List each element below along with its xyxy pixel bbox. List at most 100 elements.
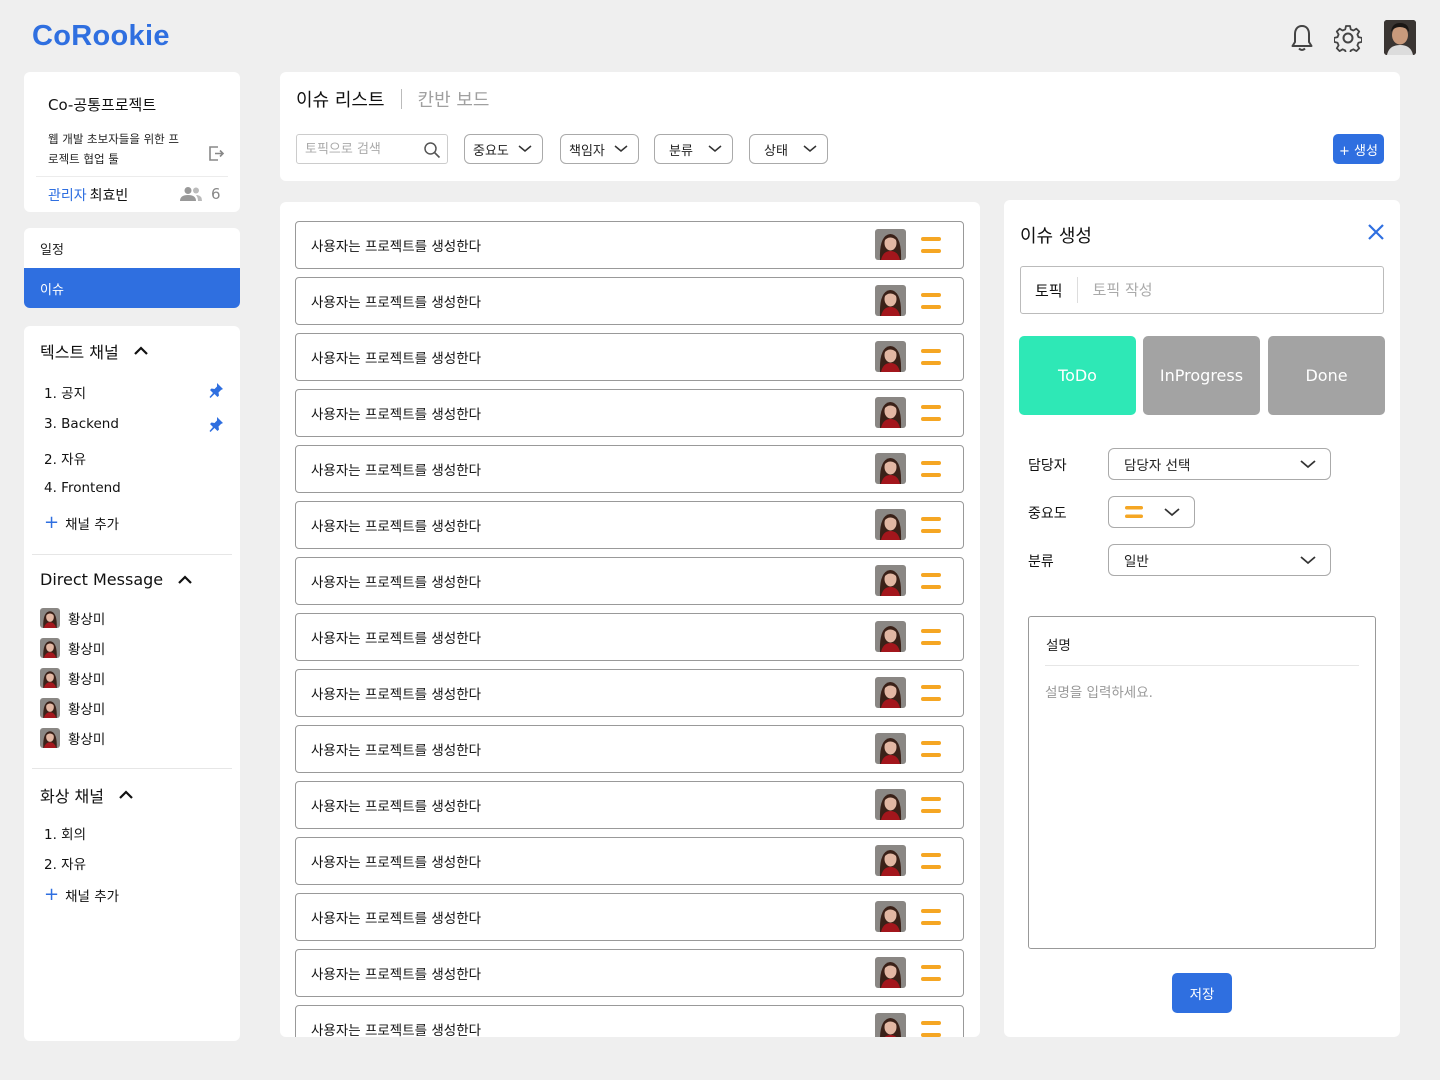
status-todo-button[interactable]: ToDo: [1019, 336, 1136, 415]
topic-input[interactable]: [1092, 281, 1333, 299]
priority-medium-icon: [921, 461, 941, 477]
nav-item-schedule[interactable]: 일정: [24, 228, 240, 268]
assignee-select[interactable]: 담당자 선택: [1108, 448, 1331, 480]
issue-row[interactable]: 사용자는 프로젝트를 생성한다: [295, 781, 964, 829]
tab-issue-list[interactable]: 이슈 리스트: [296, 86, 385, 112]
priority-medium-icon: [1125, 506, 1143, 518]
filter-assignee[interactable]: 책임자: [560, 134, 639, 164]
members-count[interactable]: 6: [179, 185, 221, 203]
text-channels-header[interactable]: 텍스트 채널: [40, 339, 149, 363]
pin-icon[interactable]: [208, 382, 224, 398]
issue-list: 사용자는 프로젝트를 생성한다 사용자는 프로젝트를 생성한다 사용자는 프로젝…: [280, 202, 980, 1037]
issue-row[interactable]: 사용자는 프로젝트를 생성한다: [295, 501, 964, 549]
divider: [1045, 665, 1359, 666]
priority-select[interactable]: [1108, 496, 1195, 528]
issue-title: 사용자는 프로젝트를 생성한다: [311, 967, 482, 983]
exit-icon[interactable]: [207, 144, 225, 162]
dm-user[interactable]: 황상미: [40, 698, 105, 718]
issue-row[interactable]: 사용자는 프로젝트를 생성한다: [295, 557, 964, 605]
issue-row[interactable]: 사용자는 프로젝트를 생성한다: [295, 949, 964, 997]
gear-icon[interactable]: [1333, 21, 1363, 55]
status-done-button[interactable]: Done: [1268, 336, 1385, 415]
search-input[interactable]: [297, 135, 417, 163]
filter-priority[interactable]: 중요도: [464, 134, 543, 164]
plus-icon: +: [44, 512, 60, 533]
avatar: [40, 728, 60, 748]
dm-user[interactable]: 황상미: [40, 638, 105, 658]
user-avatar[interactable]: [1384, 20, 1416, 55]
issue-title: 사용자는 프로젝트를 생성한다: [311, 687, 482, 703]
assignee-avatar: [875, 453, 906, 484]
status-inprogress-button[interactable]: InProgress: [1143, 336, 1260, 415]
nav-item-issue[interactable]: 이슈: [24, 268, 240, 308]
assignee-avatar: [875, 957, 906, 988]
issue-row[interactable]: 사용자는 프로젝트를 생성한다: [295, 445, 964, 493]
filter-status[interactable]: 상태: [749, 134, 828, 164]
priority-medium-icon: [921, 1021, 941, 1037]
dm-user[interactable]: 황상미: [40, 728, 105, 748]
video-channels-title: 화상 채널: [40, 787, 104, 806]
description-label: 설명: [1046, 638, 1071, 654]
tab-kanban-board[interactable]: 칸반 보드: [418, 86, 490, 112]
add-text-channel-button[interactable]: + 채널 추가: [44, 512, 119, 534]
dm-user[interactable]: 황상미: [40, 668, 105, 688]
project-title[interactable]: Co-공통프로젝트: [48, 94, 156, 115]
category-value: 일반: [1124, 554, 1149, 570]
issue-row[interactable]: 사용자는 프로젝트를 생성한다: [295, 221, 964, 269]
assignee-avatar: [875, 789, 906, 820]
category-label: 분류: [1028, 554, 1054, 570]
filter-label: 중요도: [473, 143, 509, 159]
filter-category[interactable]: 분류: [654, 134, 733, 164]
issue-title: 사용자는 프로젝트를 생성한다: [311, 743, 482, 759]
channel-item[interactable]: 2. 자유: [44, 448, 86, 468]
assignee-avatar: [875, 901, 906, 932]
video-channels-header[interactable]: 화상 채널: [40, 783, 134, 807]
issue-row[interactable]: 사용자는 프로젝트를 생성한다: [295, 725, 964, 773]
priority-medium-icon: [921, 237, 941, 253]
issue-row[interactable]: 사용자는 프로젝트를 생성한다: [295, 613, 964, 661]
dm-user-name: 황상미: [68, 642, 106, 658]
category-select[interactable]: 일반: [1108, 544, 1331, 576]
dm-header[interactable]: Direct Message: [40, 570, 193, 589]
issue-toolbar: 이슈 리스트 칸반 보드 중요도 책임자 분류 상태 + 생성: [280, 72, 1400, 181]
app-logo[interactable]: CoRookie: [32, 20, 170, 53]
issue-row[interactable]: 사용자는 프로젝트를 생성한다: [295, 1005, 964, 1037]
filter-label: 책임자: [569, 143, 605, 159]
avatar: [40, 638, 60, 658]
issue-row[interactable]: 사용자는 프로젝트를 생성한다: [295, 837, 964, 885]
assignee-value: 담당자 선택: [1124, 458, 1191, 474]
divider: [32, 768, 232, 769]
issue-row[interactable]: 사용자는 프로젝트를 생성한다: [295, 277, 964, 325]
issue-row[interactable]: 사용자는 프로젝트를 생성한다: [295, 333, 964, 381]
issue-title: 사용자는 프로젝트를 생성한다: [311, 631, 482, 647]
pin-icon[interactable]: [208, 416, 224, 432]
channel-item[interactable]: 1. 공지: [44, 382, 86, 402]
main-nav: 일정 이슈: [24, 228, 240, 308]
channel-item[interactable]: 4. Frontend: [44, 480, 121, 496]
dm-user-name: 황상미: [68, 702, 106, 718]
video-channel-item[interactable]: 1. 회의: [44, 823, 86, 843]
admin-label: 관리자: [48, 188, 87, 204]
channel-item[interactable]: 3. Backend: [44, 416, 119, 432]
issue-row[interactable]: 사용자는 프로젝트를 생성한다: [295, 893, 964, 941]
chevron-down-icon: [1300, 555, 1316, 564]
priority-medium-icon: [921, 797, 941, 813]
chevron-down-icon: [1300, 459, 1316, 468]
close-icon[interactable]: [1366, 222, 1386, 242]
video-channel-item[interactable]: 2. 자유: [44, 853, 86, 873]
search-box: [296, 134, 448, 164]
dm-user[interactable]: 황상미: [40, 608, 105, 628]
description-textarea[interactable]: [1039, 675, 1365, 935]
description-box: 설명: [1028, 616, 1376, 949]
assignee-avatar: [875, 565, 906, 596]
create-issue-button[interactable]: + 생성: [1333, 134, 1384, 164]
divider: [32, 554, 232, 555]
bell-icon[interactable]: [1287, 21, 1317, 55]
issue-row[interactable]: 사용자는 프로젝트를 생성한다: [295, 389, 964, 437]
save-button[interactable]: 저장: [1172, 973, 1232, 1013]
add-video-channel-button[interactable]: + 채널 추가: [44, 885, 119, 906]
assignee-avatar: [875, 397, 906, 428]
search-icon[interactable]: [423, 141, 441, 159]
issue-row[interactable]: 사용자는 프로젝트를 생성한다: [295, 669, 964, 717]
member-count: 6: [211, 185, 221, 203]
